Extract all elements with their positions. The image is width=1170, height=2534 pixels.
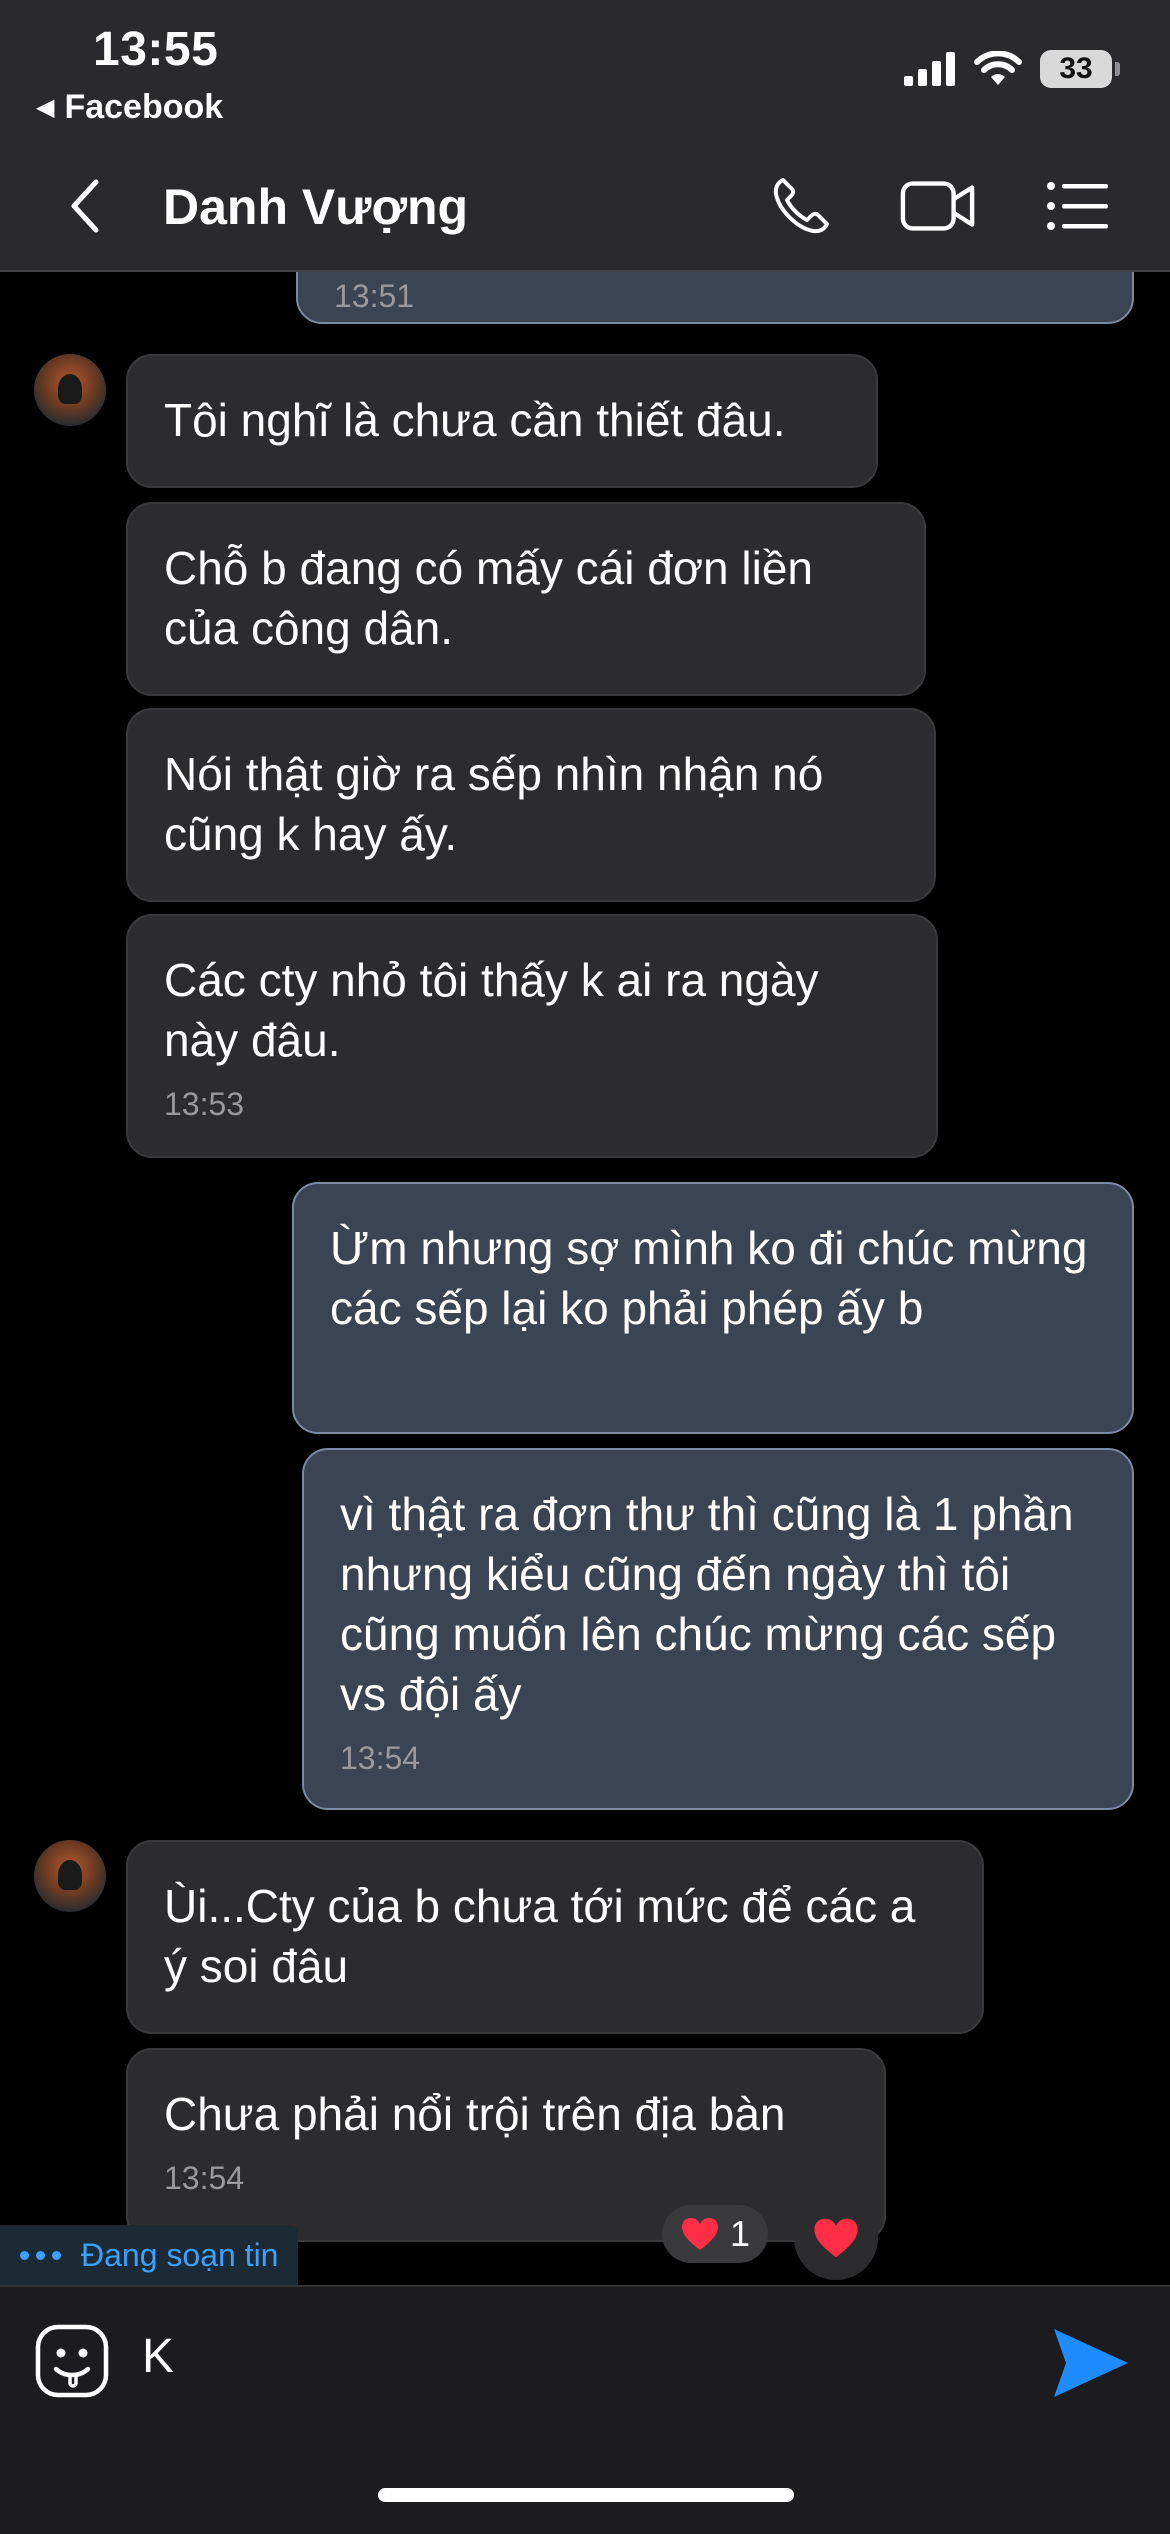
chat-menu-button[interactable]: [1040, 174, 1116, 238]
heart-reaction-button[interactable]: [794, 2196, 878, 2280]
status-icons: 33: [904, 50, 1120, 88]
status-time: 13:55: [93, 23, 219, 76]
message-bubble-outgoing[interactable]: vì thật ra đơn thư thì cũng là 1 phần nh…: [302, 1448, 1134, 1810]
typing-label: Đang soạn tin: [81, 2236, 279, 2273]
message-text: Chỗ b đang có mấy cái đơn liền của công …: [164, 542, 813, 654]
video-call-button[interactable]: [900, 174, 976, 238]
message-bubble-incoming[interactable]: Các cty nhỏ tôi thấy k ai ra ngày này đâ…: [126, 914, 938, 1158]
sticker-emoji-icon[interactable]: [34, 2323, 110, 2399]
reaction-count: 1: [730, 2213, 751, 2254]
message-input[interactable]: K: [142, 2329, 174, 2384]
message-time: 13:54: [164, 2160, 245, 2196]
battery-tip: [1115, 62, 1120, 76]
message-text: Tôi nghĩ là chưa cần thiết đâu.: [164, 394, 786, 446]
status-bar: 13:55 ◀ Facebook 33: [0, 0, 1170, 140]
cellular-signal-icon: [904, 52, 955, 86]
message-bubble-incoming[interactable]: Ùi...Cty của b chưa tới mức để các a ý s…: [126, 1840, 984, 2034]
message-bubble-outgoing[interactable]: Ừm nhưng sợ mình ko đi chúc mừng các sếp…: [292, 1182, 1134, 1434]
message-bubble-incoming[interactable]: Chỗ b đang có mấy cái đơn liền của công …: [126, 502, 926, 696]
message-text: Ùi...Cty của b chưa tới mức để các a ý s…: [164, 1880, 916, 1992]
home-indicator[interactable]: [378, 2488, 794, 2502]
message-text: vì thật ra đơn thư thì cũng là 1 phần nh…: [340, 1488, 1074, 1720]
phone-icon: [773, 178, 829, 234]
message-bubble-incoming[interactable]: Chưa phải nổi trội trên địa bàn 13:54: [126, 2048, 886, 2242]
back-app-label: Facebook: [64, 88, 224, 126]
contact-avatar[interactable]: [34, 354, 106, 426]
typing-indicator: Đang soạn tin: [0, 2225, 299, 2285]
voice-call-button[interactable]: [763, 174, 839, 238]
back-button[interactable]: [60, 178, 110, 234]
video-camera-icon: [900, 181, 975, 231]
message-text: Các cty nhỏ tôi thấy k ai ra ngày này đâ…: [164, 954, 819, 1066]
message-text: Nói thật giờ ra sếp nhìn nhận nó cũng k …: [164, 748, 824, 860]
message-bubble-outgoing[interactable]: 13:51: [296, 272, 1134, 324]
reaction-summary[interactable]: 1: [662, 2205, 769, 2263]
chat-header: Danh Vượng: [0, 140, 1170, 272]
send-icon[interactable]: [1048, 2321, 1132, 2405]
message-bubble-incoming[interactable]: Tôi nghĩ là chưa cần thiết đâu.: [126, 354, 878, 488]
message-text: Ừm nhưng sợ mình ko đi chúc mừng các sếp…: [330, 1222, 1088, 1334]
chevron-left-icon: [71, 179, 99, 233]
message-time: 13:51: [334, 278, 415, 314]
list-menu-icon: [1047, 182, 1108, 230]
back-to-app-link[interactable]: ◀ Facebook: [36, 88, 223, 127]
message-time: 13:53: [164, 1086, 245, 1122]
wifi-icon: [974, 51, 1022, 85]
message-list[interactable]: 13:51 Tôi nghĩ là chưa cần thiết đâu. Ch…: [0, 272, 1170, 2270]
battery-indicator: 33: [1040, 50, 1112, 88]
typing-dots-icon: [20, 2250, 61, 2260]
back-triangle-icon: ◀: [36, 94, 55, 121]
heart-icon: [682, 2218, 718, 2250]
message-bubble-incoming[interactable]: Nói thật giờ ra sếp nhìn nhận nó cũng k …: [126, 708, 936, 902]
message-time: 13:54: [340, 1740, 421, 1776]
contact-avatar[interactable]: [34, 1840, 106, 1912]
heart-icon: [814, 2218, 858, 2258]
contact-name[interactable]: Danh Vượng: [163, 178, 468, 236]
message-text: Chưa phải nổi trội trên địa bàn: [164, 2088, 786, 2140]
